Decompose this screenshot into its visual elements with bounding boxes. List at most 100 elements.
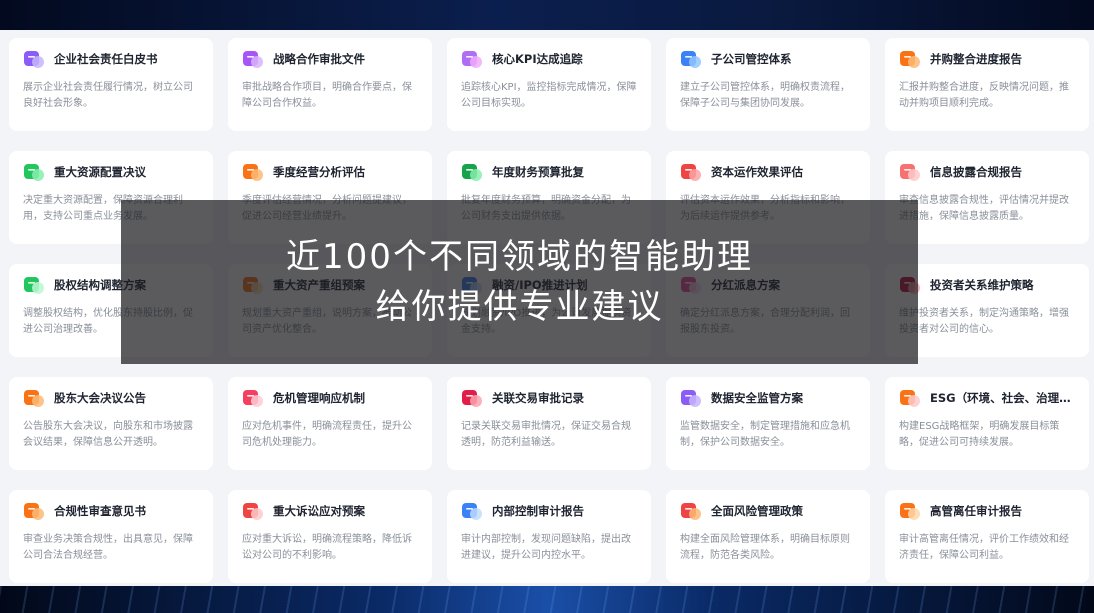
card-header: 数据安全监管方案 — [680, 387, 856, 409]
card-title: 关联交易审批记录 — [492, 391, 584, 405]
card-title: 企业社会责任白皮书 — [54, 52, 158, 66]
flower-icon — [461, 387, 483, 409]
card-description: 监管数据安全，制定管理措施和应急机制，保护公司数据安全。 — [680, 421, 850, 448]
card-title: 资本运作效果评估 — [711, 165, 803, 179]
bar-chart-icon — [899, 161, 921, 183]
assistant-card[interactable]: 高管离任审计报告审计高管离任情况，评价工作绩效和经济责任，保障公司利益。 — [885, 490, 1089, 583]
card-description: 公告股东大会决议，向股东和市场披露会议结果，保障信息公开透明。 — [23, 421, 193, 448]
card-header: 企业社会责任白皮书 — [23, 48, 199, 70]
assistant-card[interactable]: 战略合作审批文件审批战略合作项目，明确合作要点，保障公司合作权益。 — [228, 38, 432, 131]
card-title: 子公司管控体系 — [711, 52, 792, 66]
card-title: 季度经营分析评估 — [273, 165, 365, 179]
assistant-card[interactable]: ESG（环境、社会、治理）… 构建ESG战略框架，明确发展目标策略，促进公司可持续… — [885, 377, 1089, 470]
bottom-background-band — [0, 586, 1094, 613]
card-header: 合规性审查意见书 — [23, 500, 199, 522]
speech-bubble-icon — [23, 161, 45, 183]
card-title: 危机管理响应机制 — [273, 391, 365, 405]
pin-icon — [461, 500, 483, 522]
card-description: 审批战略合作项目，明确合作要点，保障公司合作权益。 — [242, 82, 412, 109]
card-title: 信息披露合规报告 — [930, 165, 1022, 179]
card-description: 展示企业社会责任履行情况，树立公司良好社会形象。 — [23, 82, 193, 109]
card-header: 投资者关系维护策略 — [899, 274, 1075, 296]
analytics-icon — [899, 387, 921, 409]
card-header: 战略合作审批文件 — [242, 48, 418, 70]
promo-caption-line-1: 近100个不同领域的智能助理 — [286, 237, 753, 277]
card-description: 维护投资者关系，制定沟通策略，增强投资者对公司的信心。 — [899, 308, 1069, 335]
assistant-card[interactable]: 数据安全监管方案监管数据安全，制定管理措施和应急机制，保护公司数据安全。 — [666, 377, 870, 470]
assistant-card[interactable]: 全面风险管理政策构建全面风险管理体系，明确目标原则流程，防范各类风险。 — [666, 490, 870, 583]
paper-plane-icon — [23, 500, 45, 522]
card-title: 重大资源配置决议 — [54, 165, 146, 179]
card-description: 追踪核心KPI，监控指标完成情况，保障公司目标实现。 — [461, 82, 637, 109]
card-header: 信息披露合规报告 — [899, 161, 1075, 183]
card-description: 构建ESG战略框架，明确发展目标策略，促进公司可持续发展。 — [899, 421, 1060, 448]
chat-dots-icon — [461, 48, 483, 70]
card-description: 汇报并购整合进度，反映情况问题，推动并购项目顺利完成。 — [899, 82, 1069, 109]
card-header: 关联交易审批记录 — [461, 387, 637, 409]
card-title: 高管离任审计报告 — [930, 504, 1022, 518]
assistant-card[interactable]: 危机管理响应机制应对危机事件，明确流程责任，提升公司危机处理能力。 — [228, 377, 432, 470]
card-description: 构建全面风险管理体系，明确目标原则流程，防范各类风险。 — [680, 534, 850, 561]
top-background-band — [0, 0, 1094, 30]
radar-icon — [680, 500, 702, 522]
shield-icon — [680, 387, 702, 409]
magnifier-icon — [680, 48, 702, 70]
card-header: 季度经营分析评估 — [242, 161, 418, 183]
card-header: ESG（环境、社会、治理）… — [899, 387, 1075, 409]
card-header: 年度财务预算批复 — [461, 161, 637, 183]
gear-icon — [242, 161, 264, 183]
assistant-card[interactable]: 重大诉讼应对预案应对重大诉讼，明确流程策略，降低诉讼对公司的不利影响。 — [228, 490, 432, 583]
card-description: 记录关联交易审批情况，保证交易合规透明，防范利益输送。 — [461, 421, 631, 448]
assistant-card[interactable]: 核心KPI达成追踪追踪核心KPI，监控指标完成情况，保障公司目标实现。 — [447, 38, 651, 131]
card-title: ESG（环境、社会、治理）… — [930, 391, 1075, 405]
megaphone-icon — [23, 387, 45, 409]
star-icon — [680, 161, 702, 183]
card-title: 投资者关系维护策略 — [930, 278, 1034, 292]
card-description: 审计高管离任情况，评价工作绩效和经济责任，保障公司利益。 — [899, 534, 1069, 561]
report-chart-icon — [899, 48, 921, 70]
assistant-card[interactable]: 企业社会责任白皮书展示企业社会责任履行情况，树立公司良好社会形象。 — [9, 38, 213, 131]
promo-caption-overlay: 近100个不同领域的智能助理 给你提供专业建议 — [121, 200, 918, 364]
card-description: 审查业务决策合规性，出具意见，保障公司合法合规经营。 — [23, 534, 193, 561]
assistant-card[interactable]: 合规性审查意见书审查业务决策合规性，出具意见，保障公司合法合规经营。 — [9, 490, 213, 583]
card-header: 核心KPI达成追踪 — [461, 48, 637, 70]
card-description: 审查信息披露合规性，评估情况并提改进措施，保障信息披露质量。 — [899, 195, 1069, 222]
card-title: 内部控制审计报告 — [492, 504, 584, 518]
card-header: 并购整合进度报告 — [899, 48, 1075, 70]
assistant-card[interactable]: 关联交易审批记录记录关联交易审批情况，保证交易合规透明，防范利益输送。 — [447, 377, 651, 470]
card-title: 重大诉讼应对预案 — [273, 504, 365, 518]
card-description: 应对重大诉讼，明确流程策略，降低诉讼对公司的不利影响。 — [242, 534, 412, 561]
card-title: 合规性审查意见书 — [54, 504, 146, 518]
card-title: 战略合作审批文件 — [273, 52, 365, 66]
flag-icon — [242, 387, 264, 409]
moon-icon — [899, 500, 921, 522]
card-title: 全面风险管理政策 — [711, 504, 803, 518]
card-header: 资本运作效果评估 — [680, 161, 856, 183]
card-header: 危机管理响应机制 — [242, 387, 418, 409]
chat-bubble-icon — [23, 48, 45, 70]
card-header: 股东大会决议公告 — [23, 387, 199, 409]
card-header: 内部控制审计报告 — [461, 500, 637, 522]
card-title: 核心KPI达成追踪 — [492, 52, 583, 66]
shopping-cart-icon — [23, 274, 45, 296]
assistant-card[interactable]: 股东大会决议公告公告股东大会决议，向股东和市场披露会议结果，保障信息公开透明。 — [9, 377, 213, 470]
card-header: 重大诉讼应对预案 — [242, 500, 418, 522]
card-description: 审计内部控制，发现问题缺陷，提出改进建议，提升公司内控水平。 — [461, 534, 631, 561]
card-description: 应对危机事件，明确流程责任，提升公司危机处理能力。 — [242, 421, 412, 448]
assistant-card[interactable]: 子公司管控体系建立子公司管控体系，明确权责流程，保障子公司与集团协同发展。 — [666, 38, 870, 131]
pie-icon — [242, 500, 264, 522]
card-header: 重大资源配置决议 — [23, 161, 199, 183]
card-header: 高管离任审计报告 — [899, 500, 1075, 522]
contract-document-icon — [242, 48, 264, 70]
card-header: 子公司管控体系 — [680, 48, 856, 70]
wallet-icon — [461, 161, 483, 183]
promo-caption-line-2: 给你提供专业建议 — [375, 287, 664, 327]
assistant-card[interactable]: 内部控制审计报告审计内部控制，发现问题缺陷，提出改进建议，提升公司内控水平。 — [447, 490, 651, 583]
card-header: 全面风险管理政策 — [680, 500, 856, 522]
card-title: 年度财务预算批复 — [492, 165, 584, 179]
card-title: 数据安全监管方案 — [711, 391, 803, 405]
card-description: 建立子公司管控体系，明确权责流程，保障子公司与集团协同发展。 — [680, 82, 850, 109]
card-title: 股东大会决议公告 — [54, 391, 146, 405]
assistant-card[interactable]: 并购整合进度报告汇报并购整合进度，反映情况问题，推动并购项目顺利完成。 — [885, 38, 1089, 131]
card-title: 并购整合进度报告 — [930, 52, 1022, 66]
